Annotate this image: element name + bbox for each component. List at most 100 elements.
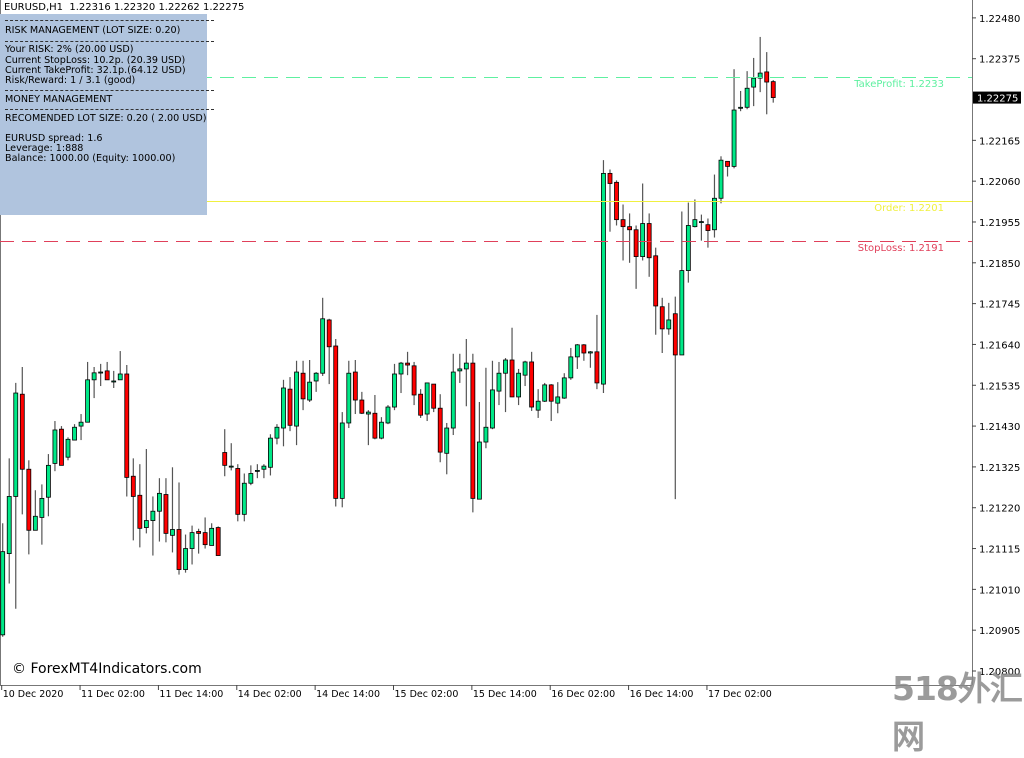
candle-body-bull bbox=[281, 388, 285, 428]
candle bbox=[686, 203, 690, 283]
separator bbox=[5, 90, 214, 91]
candle bbox=[340, 412, 344, 507]
candle bbox=[334, 339, 338, 507]
candle-body-bear bbox=[582, 345, 586, 353]
candle bbox=[301, 361, 305, 410]
candle bbox=[634, 225, 638, 288]
candle-body-bear bbox=[334, 346, 338, 498]
candle bbox=[477, 402, 481, 499]
candle bbox=[157, 478, 161, 541]
candle bbox=[464, 339, 468, 406]
candle bbox=[27, 460, 31, 554]
candle-body-bull bbox=[92, 373, 96, 380]
candle-body-bear bbox=[20, 394, 24, 469]
candle bbox=[79, 414, 83, 440]
candle-body-bull bbox=[242, 483, 246, 514]
candle-body-bear bbox=[223, 453, 227, 466]
candle bbox=[99, 364, 103, 386]
candle-body-bull bbox=[308, 382, 312, 400]
candle-body-bull bbox=[66, 439, 70, 457]
candle-body-bear bbox=[530, 362, 534, 407]
candle bbox=[275, 424, 279, 444]
candle-body-bear bbox=[634, 230, 638, 257]
candle-body-bear bbox=[660, 307, 664, 329]
candle-body-bull bbox=[504, 360, 508, 373]
candle bbox=[543, 383, 547, 402]
candle-body-bull bbox=[445, 428, 449, 453]
y-tick-label: 1.21745 bbox=[979, 300, 1020, 311]
candle bbox=[719, 156, 723, 203]
candle bbox=[46, 454, 50, 516]
candle bbox=[131, 458, 135, 540]
candle bbox=[295, 361, 299, 445]
candle-body-bear bbox=[327, 320, 331, 347]
candle-body-bear bbox=[771, 82, 775, 98]
candle bbox=[425, 383, 429, 421]
candle bbox=[523, 361, 527, 386]
candle-body-bull bbox=[680, 271, 684, 355]
candle-body-bear bbox=[353, 372, 357, 400]
candle-body-bull bbox=[366, 412, 370, 414]
y-tick-label: 1.21955 bbox=[979, 218, 1020, 229]
candle-body-bull bbox=[184, 549, 188, 570]
candle-body-bear bbox=[615, 182, 619, 219]
candle bbox=[59, 426, 63, 465]
candle-body-bull bbox=[157, 493, 161, 511]
candle-body-bear bbox=[726, 161, 730, 166]
candle-body-bear bbox=[236, 468, 240, 514]
candle bbox=[549, 384, 553, 421]
y-tick-label: 1.22480 bbox=[979, 14, 1020, 25]
candle-body-bear bbox=[595, 352, 599, 383]
candle bbox=[536, 389, 540, 418]
candle bbox=[615, 180, 619, 225]
candle bbox=[451, 354, 455, 435]
candle bbox=[118, 351, 122, 380]
separator bbox=[5, 41, 214, 42]
candle bbox=[530, 352, 534, 411]
candle bbox=[66, 437, 70, 460]
candle-body-bull bbox=[99, 372, 103, 373]
candle bbox=[236, 464, 240, 521]
candle bbox=[1, 523, 5, 637]
candle-body-bear bbox=[406, 363, 410, 365]
candle bbox=[366, 410, 370, 445]
candle-body-bear bbox=[59, 429, 63, 465]
candle-body-bull bbox=[118, 374, 122, 380]
candle-body-bear bbox=[765, 72, 769, 82]
candle bbox=[628, 213, 632, 262]
candle bbox=[210, 523, 214, 545]
candle-body-bear bbox=[27, 469, 31, 530]
candle-body-bull bbox=[170, 529, 174, 535]
risk-line: Your RISK: 2% (20.00 USD) bbox=[5, 44, 133, 55]
candle-body-bear bbox=[138, 495, 142, 528]
x-tick-label: 11 Dec 14:00 bbox=[159, 689, 223, 700]
symbol-label: EURUSD,H1 bbox=[4, 2, 63, 13]
x-tick-label: 10 Dec 2020 bbox=[3, 689, 64, 700]
candle bbox=[242, 474, 246, 522]
y-tick-label: 1.20905 bbox=[979, 626, 1020, 637]
separator bbox=[5, 109, 214, 110]
candle-body-bear bbox=[706, 225, 710, 231]
candle bbox=[249, 465, 253, 485]
current-price-label: 1.22275 bbox=[977, 94, 1018, 105]
candle bbox=[40, 484, 44, 544]
candle bbox=[138, 464, 142, 547]
candle-body-bull bbox=[464, 363, 468, 369]
x-tick-label: 17 Dec 02:00 bbox=[708, 689, 772, 700]
candle bbox=[621, 204, 625, 260]
candle bbox=[386, 405, 390, 424]
candle-body-bull bbox=[686, 225, 690, 270]
candle bbox=[229, 443, 233, 470]
candle-body-bull bbox=[699, 222, 703, 223]
order-label: Order: 1.2201 bbox=[874, 203, 944, 214]
candle bbox=[151, 496, 155, 555]
candle-body-bull bbox=[210, 528, 214, 545]
candle bbox=[393, 364, 397, 410]
candle bbox=[608, 170, 612, 232]
candle-body-bear bbox=[177, 529, 181, 569]
candle-body-bear bbox=[197, 531, 201, 533]
risk-management-panel: RISK MANAGEMENT (LOT SIZE: 0.20) Your RI… bbox=[0, 14, 207, 215]
candle bbox=[92, 367, 96, 398]
candle-body-bull bbox=[255, 470, 259, 471]
candle-body-bull bbox=[601, 173, 605, 384]
